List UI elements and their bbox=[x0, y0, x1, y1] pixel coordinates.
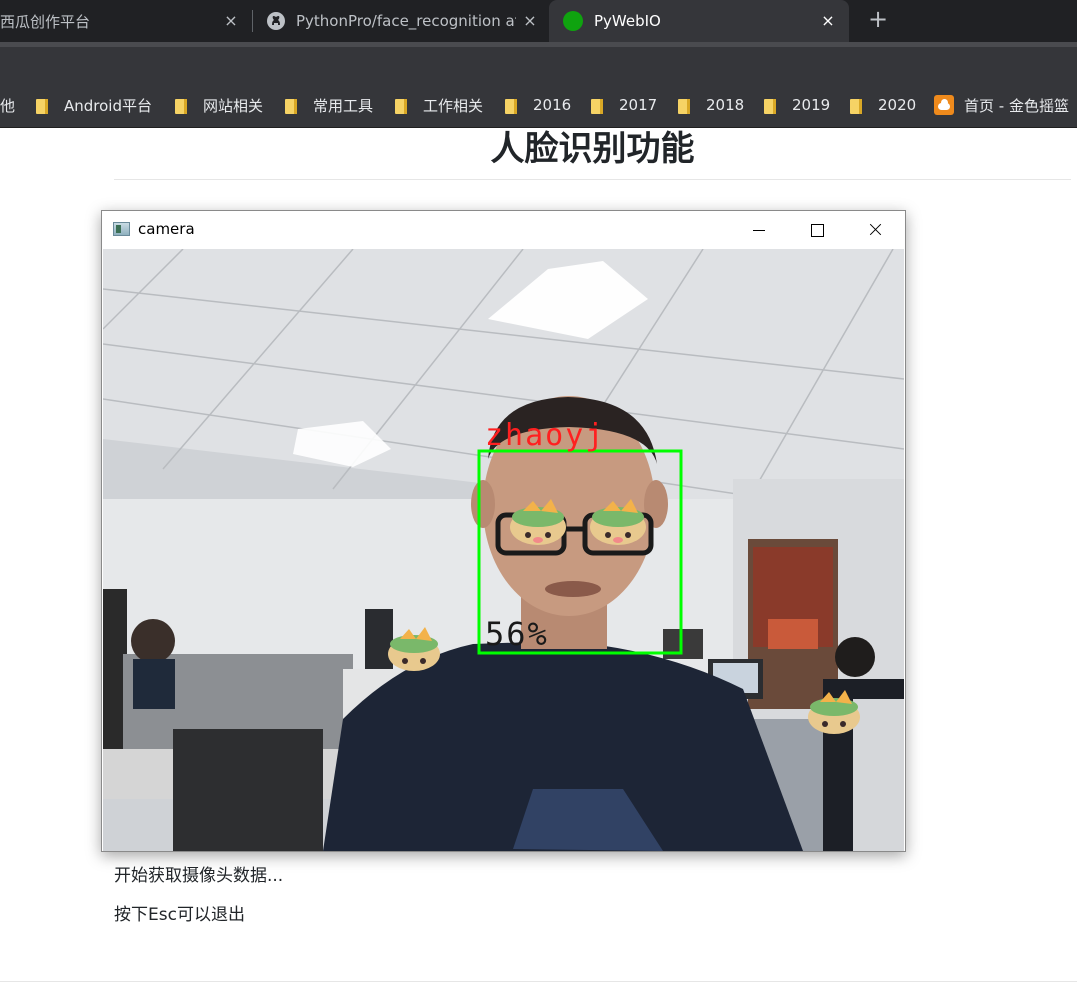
folder-icon bbox=[763, 97, 778, 114]
folder-icon bbox=[504, 97, 519, 114]
cloud-site-icon bbox=[934, 95, 954, 115]
camera-app-icon bbox=[113, 222, 130, 236]
tab-github[interactable]: PythonPro/face_recognition at × bbox=[254, 0, 549, 42]
bookmark-folder-tools[interactable]: 常用工具 bbox=[284, 82, 373, 128]
tab-title: PythonPro/face_recognition at bbox=[296, 12, 516, 30]
detected-name-label: zhaoyj bbox=[485, 418, 605, 453]
tab-xigua[interactable]: 西瓜创作平台 × bbox=[0, 0, 250, 42]
bookmark-label: 2018 bbox=[706, 96, 745, 114]
folder-icon bbox=[174, 97, 189, 114]
status-text-esc-hint: 按下Esc可以退出 bbox=[114, 905, 245, 925]
confidence-label: 56% bbox=[485, 615, 549, 653]
bookmark-label: 首页 - 金色摇篮 bbox=[964, 96, 1069, 115]
tab-title: 西瓜创作平台 bbox=[0, 12, 91, 31]
toolbar-divider bbox=[0, 42, 1077, 47]
bookmark-folder-android[interactable]: Android平台 bbox=[35, 82, 152, 128]
bookmark-label: 2019 bbox=[792, 96, 831, 114]
camera-frame-image: zhaoyj 56% bbox=[103, 249, 904, 851]
close-window-icon[interactable] bbox=[846, 211, 904, 249]
new-tab-button[interactable]: + bbox=[866, 7, 890, 32]
footer-divider bbox=[0, 981, 1077, 982]
bookmark-folder-2019[interactable]: 2019 bbox=[763, 82, 830, 128]
minimize-icon[interactable] bbox=[730, 211, 788, 249]
maximize-icon[interactable] bbox=[788, 211, 846, 249]
bookmark-label: 常用工具 bbox=[313, 96, 374, 115]
tab-separator bbox=[252, 10, 253, 32]
close-tab-icon[interactable]: × bbox=[521, 12, 539, 30]
bookmark-label: 2020 bbox=[878, 96, 917, 114]
page-title: 人脸识别功能 bbox=[490, 129, 695, 169]
title-divider bbox=[114, 179, 1071, 180]
bookmark-label: 他 bbox=[0, 96, 16, 115]
bookmark-label: Android平台 bbox=[64, 96, 152, 115]
github-icon bbox=[267, 12, 285, 30]
bookmark-folder-2020[interactable]: 2020 bbox=[849, 82, 916, 128]
bookmark-folder-2016[interactable]: 2016 bbox=[504, 82, 571, 128]
tab-pywebio[interactable]: PyWebIO × bbox=[549, 0, 849, 42]
bookmark-folder-2018[interactable]: 2018 bbox=[677, 82, 744, 128]
bookmark-item[interactable]: 他 bbox=[0, 82, 15, 128]
tab-title: PyWebIO bbox=[594, 12, 661, 30]
bookmark-label: 2017 bbox=[619, 96, 658, 114]
bookmark-folder-work[interactable]: 工作相关 bbox=[394, 82, 483, 128]
folder-icon bbox=[394, 97, 409, 114]
browser-tab-strip: 西瓜创作平台 × PythonPro/face_recognition at ×… bbox=[0, 0, 1077, 42]
pywebio-favicon-icon bbox=[563, 11, 583, 31]
close-tab-icon[interactable]: × bbox=[222, 12, 240, 30]
camera-window[interactable]: camera zhaoyj 56% bbox=[101, 210, 906, 852]
bookmark-label: 网站相关 bbox=[203, 96, 264, 115]
folder-icon bbox=[849, 97, 864, 114]
bookmark-folder-2017[interactable]: 2017 bbox=[590, 82, 657, 128]
close-tab-icon[interactable]: × bbox=[819, 12, 837, 30]
browser-toolbar bbox=[0, 42, 1077, 82]
camera-feed: zhaoyj 56% bbox=[103, 249, 904, 851]
bookmark-folder-websites[interactable]: 网站相关 bbox=[174, 82, 263, 128]
bookmarks-bar: 他 Android平台 网站相关 常用工具 工作相关 2016 2017 201… bbox=[0, 82, 1077, 128]
folder-icon bbox=[35, 97, 50, 114]
camera-titlebar[interactable]: camera bbox=[102, 211, 905, 249]
camera-window-title: camera bbox=[138, 220, 195, 238]
folder-icon bbox=[284, 97, 299, 114]
bookmark-site-jinseyaolan[interactable]: 首页 - 金色摇篮 bbox=[934, 82, 1069, 128]
bookmark-label: 2016 bbox=[533, 96, 572, 114]
status-text-start: 开始获取摄像头数据... bbox=[114, 866, 284, 886]
folder-icon bbox=[677, 97, 692, 114]
folder-icon bbox=[590, 97, 605, 114]
bookmark-label: 工作相关 bbox=[423, 96, 484, 115]
